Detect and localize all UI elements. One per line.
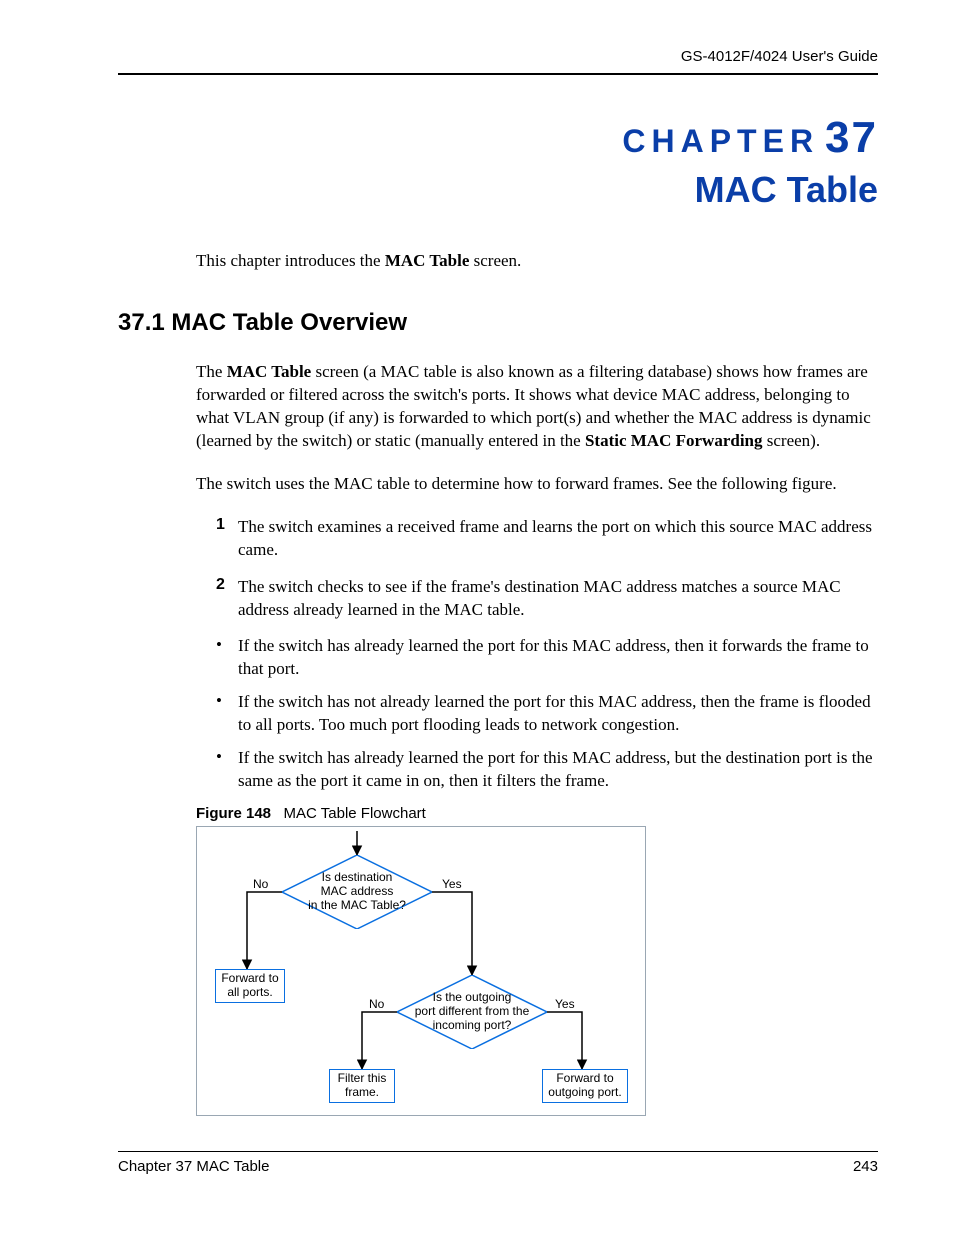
footer-chapter: Chapter 37 MAC Table xyxy=(118,1158,269,1175)
chapter-label: CHAPTER xyxy=(622,123,819,159)
list-text: If the switch has not already learned th… xyxy=(238,691,878,737)
running-header: GS-4012F/4024 User's Guide xyxy=(118,48,878,73)
process-forward-outgoing: Forward to outgoing port. xyxy=(542,1069,628,1103)
intro-prefix: This chapter introduces the xyxy=(196,251,385,270)
edge-label-no: No xyxy=(253,877,268,891)
chapter-title: MAC Table xyxy=(118,169,878,211)
process-filter-frame: Filter this frame. xyxy=(329,1069,395,1103)
list-item: • If the switch has already learned the … xyxy=(216,635,878,681)
chapter-number: 37 xyxy=(825,113,878,162)
bulleted-list: • If the switch has already learned the … xyxy=(216,635,878,793)
list-item: • If the switch has not already learned … xyxy=(216,691,878,737)
page-content: GS-4012F/4024 User's Guide CHAPTER37 MAC… xyxy=(118,48,878,1116)
figure-label: Figure 148 xyxy=(196,805,271,822)
intro-suffix: screen. xyxy=(469,251,521,270)
chapter-label-line: CHAPTER37 xyxy=(118,113,878,163)
list-item: 2 The switch checks to see if the frame'… xyxy=(216,576,878,622)
decision-mac-in-table: Is destination MAC address in the MAC Ta… xyxy=(282,855,432,929)
decision-label: Is destination MAC address in the MAC Ta… xyxy=(282,855,432,929)
header-rule xyxy=(118,73,878,75)
list-text: The switch checks to see if the frame's … xyxy=(238,576,878,622)
figure-caption: Figure 148 MAC Table Flowchart xyxy=(196,805,878,822)
page-footer: Chapter 37 MAC Table 243 xyxy=(118,1151,878,1175)
p1-bold2: Static MAC Forwarding xyxy=(585,431,763,450)
edge-label-no: No xyxy=(369,997,384,1011)
bullet-icon: • xyxy=(216,691,238,737)
decision-label: Is the outgoing port different from the … xyxy=(397,975,547,1049)
list-number: 1 xyxy=(216,516,238,562)
edge-label-yes: Yes xyxy=(442,877,462,891)
list-item: 1 The switch examines a received frame a… xyxy=(216,516,878,562)
numbered-list: 1 The switch examines a received frame a… xyxy=(216,516,878,622)
list-text: If the switch has already learned the po… xyxy=(238,747,878,793)
list-number: 2 xyxy=(216,576,238,622)
p1-seg3: screen). xyxy=(763,431,821,450)
bullet-icon: • xyxy=(216,635,238,681)
body-paragraph-1: The MAC Table screen (a MAC table is als… xyxy=(196,361,878,453)
edge-label-yes: Yes xyxy=(555,997,575,1011)
p1-bold1: MAC Table xyxy=(227,362,312,381)
mac-table-flowchart: Is destination MAC address in the MAC Ta… xyxy=(196,826,646,1116)
list-text: The switch examines a received frame and… xyxy=(238,516,878,562)
body-paragraph-2: The switch uses the MAC table to determi… xyxy=(196,473,878,496)
footer-page-number: 243 xyxy=(853,1158,878,1175)
section-heading: 37.1 MAC Table Overview xyxy=(118,309,878,337)
list-text: If the switch has already learned the po… xyxy=(238,635,878,681)
process-forward-all-ports: Forward to all ports. xyxy=(215,969,285,1003)
p1-seg1: The xyxy=(196,362,227,381)
intro-paragraph: This chapter introduces the MAC Table sc… xyxy=(196,251,878,271)
footer-rule xyxy=(118,1151,878,1152)
decision-outgoing-diff: Is the outgoing port different from the … xyxy=(397,975,547,1049)
figure-caption-text: MAC Table Flowchart xyxy=(284,805,426,822)
list-item: • If the switch has already learned the … xyxy=(216,747,878,793)
bullet-icon: • xyxy=(216,747,238,793)
intro-bold: MAC Table xyxy=(385,251,470,270)
